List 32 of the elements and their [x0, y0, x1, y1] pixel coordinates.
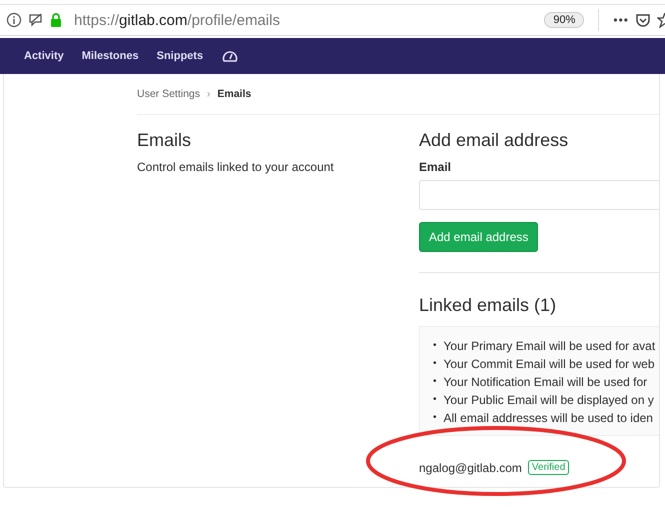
section-description: Control emails linked to your account [137, 160, 335, 174]
bullet: • [433, 393, 437, 407]
status-badge: Verified [528, 460, 570, 475]
more-menu[interactable]: ••• [613, 13, 629, 27]
bullet: • [433, 375, 437, 389]
info-note: Your Commit Email will be used for web [444, 356, 654, 373]
nav-link[interactable]: Milestones [82, 50, 139, 62]
info-icon [6, 12, 22, 28]
info-note: Your Notification Email will be used for [444, 374, 648, 391]
lock-icon [50, 12, 62, 28]
breadcrumb-current: Emails [217, 88, 252, 100]
section-title: Emails [137, 129, 192, 151]
info-note: All email addresses will be used to iden [444, 410, 653, 427]
form-title: Add email address [419, 129, 570, 151]
gauge-icon [221, 48, 240, 64]
info-note: Your Public Email will be displayed on y [444, 392, 654, 409]
breadcrumb-link[interactable]: User Settings [137, 88, 200, 100]
nav-link[interactable]: Snippets [156, 50, 204, 62]
bullet: • [433, 411, 437, 425]
url-field[interactable]: https://gitlab.com/profile/emails [74, 12, 538, 28]
bullet: • [433, 357, 437, 371]
bullet: • [433, 339, 437, 353]
info-note: Your Primary Email will be used for avat [444, 338, 656, 355]
pocket-icon [635, 12, 651, 28]
email-field[interactable] [419, 180, 659, 210]
chat-icon [28, 12, 44, 28]
linked-emails-title: Linked emails (1) [419, 294, 558, 316]
field-label: Email [419, 160, 452, 174]
zoom-level[interactable]: 90% [544, 12, 584, 28]
nav-link[interactable]: Activity [24, 50, 64, 62]
breadcrumb-separator: › [207, 88, 210, 100]
email-address: ngalog@gitlab.com [419, 460, 522, 474]
